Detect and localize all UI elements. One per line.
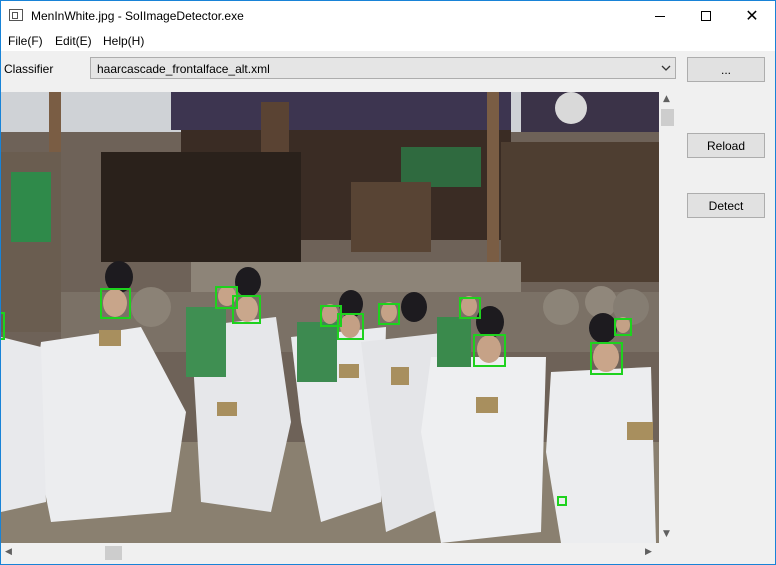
maximize-button[interactable] (683, 1, 729, 31)
chevron-down-icon[interactable]: ▼ (663, 529, 670, 539)
app-window: MenInWhite.jpg - SoIImageDetector.exe ✕ … (0, 0, 776, 565)
detection-box (557, 496, 567, 506)
detection-box (459, 297, 481, 319)
detection-box (590, 342, 623, 375)
horizontal-scrollbar[interactable]: ◀ ▶ (1, 543, 659, 561)
minimize-button[interactable] (637, 1, 683, 31)
classifier-selected-value: haarcascade_frontalface_alt.xml (97, 62, 270, 76)
menu-edit[interactable]: Edit(E) (55, 34, 92, 48)
detection-box (614, 318, 632, 336)
detection-box (473, 334, 506, 367)
chevron-down-icon (661, 65, 671, 71)
detection-box (232, 295, 261, 324)
menu-file[interactable]: File(F) (8, 34, 43, 48)
close-icon: ✕ (745, 6, 759, 25)
detection-box (1, 312, 5, 340)
close-button[interactable]: ✕ (729, 1, 775, 31)
browse-button[interactable]: ... (687, 57, 765, 82)
menu-bar: File(F) Edit(E) Help(H) (1, 31, 775, 51)
detection-image (1, 92, 659, 543)
chevron-right-icon[interactable]: ▶ (645, 547, 652, 557)
chevron-left-icon[interactable]: ◀ (5, 547, 12, 557)
vertical-scroll-thumb[interactable] (661, 109, 674, 126)
menu-help[interactable]: Help(H) (103, 34, 144, 48)
reload-button[interactable]: Reload (687, 133, 765, 158)
title-bar[interactable]: MenInWhite.jpg - SoIImageDetector.exe ✕ (1, 1, 775, 31)
classifier-select[interactable]: haarcascade_frontalface_alt.xml (90, 57, 676, 79)
app-window-icon (9, 9, 23, 21)
detection-box (378, 303, 400, 325)
horizontal-scroll-thumb[interactable] (105, 546, 122, 560)
image-view[interactable]: ▲ ▼ ◀ ▶ (1, 92, 675, 561)
detection-box (337, 313, 364, 340)
maximize-icon (701, 11, 711, 21)
chevron-up-icon[interactable]: ▲ (663, 94, 670, 104)
scrollbar-corner (659, 543, 675, 561)
detect-button[interactable]: Detect (687, 193, 765, 218)
minimize-icon (655, 15, 665, 17)
classifier-label: Classifier (4, 62, 54, 76)
vertical-scrollbar[interactable]: ▲ ▼ (659, 92, 675, 543)
detection-box (100, 288, 131, 319)
window-title: MenInWhite.jpg - SoIImageDetector.exe (31, 9, 244, 23)
